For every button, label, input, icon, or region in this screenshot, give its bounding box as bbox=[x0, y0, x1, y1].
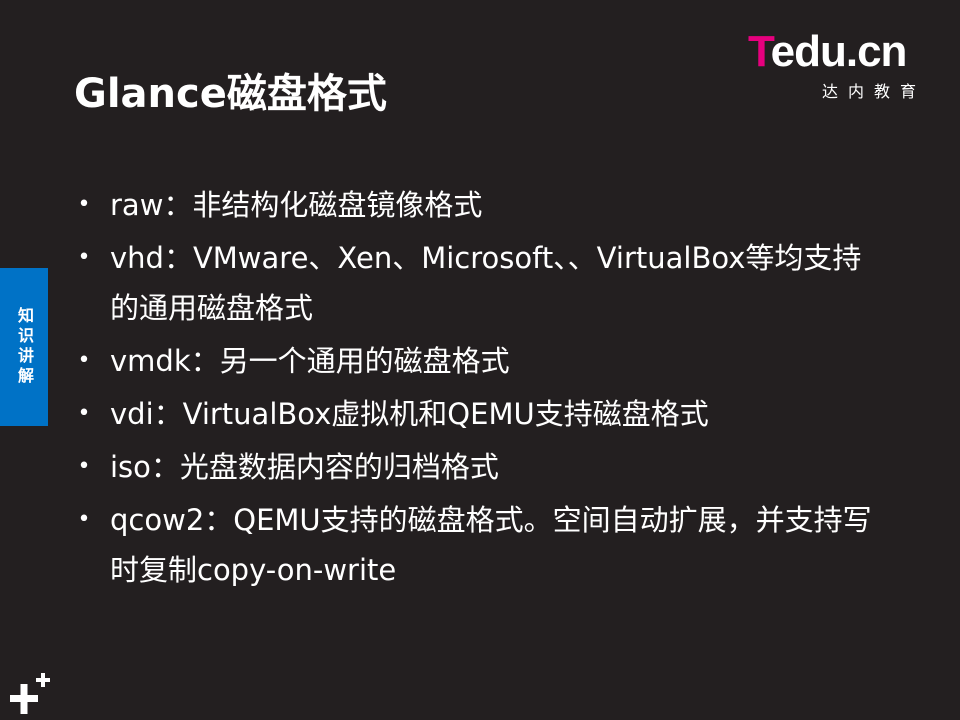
bullet-text: iso：光盘数据内容的归档格式 bbox=[110, 450, 499, 484]
logo-wordmark-rest: edu.cn bbox=[770, 27, 908, 76]
logo-wordmark: Tedu.cn bbox=[748, 27, 908, 76]
bullet-list: • raw：非结构化磁盘镜像格式 • vhd：VMware、Xen、Micros… bbox=[74, 180, 874, 598]
bullet-text: vdi：VirtualBox虚拟机和QEMU支持磁盘格式 bbox=[110, 397, 709, 431]
bullet-text: raw：非结构化磁盘镜像格式 bbox=[110, 188, 483, 222]
bullet-dot-icon: • bbox=[77, 245, 91, 270]
logo-wordmark-t: T bbox=[748, 27, 772, 76]
bullet-dot-icon: • bbox=[77, 401, 91, 426]
bullet-dot-icon: • bbox=[77, 507, 91, 532]
side-tab-label: 知识讲解 bbox=[15, 307, 34, 387]
bullet-item: • iso：光盘数据内容的归档格式 bbox=[74, 442, 874, 492]
slide: Glance磁盘格式 Tedu.cn 达内教育 知识讲解 • raw：非结构化磁… bbox=[0, 0, 960, 720]
logo-subtitle: 达内教育 bbox=[821, 82, 926, 101]
bullet-dot-icon: • bbox=[77, 192, 91, 217]
slide-title: Glance磁盘格式 bbox=[74, 71, 387, 117]
bullet-item: • vdi：VirtualBox虚拟机和QEMU支持磁盘格式 bbox=[74, 389, 874, 439]
tedu-logo: Tedu.cn 达内教育 bbox=[748, 27, 928, 102]
side-tab: 知识讲解 bbox=[0, 268, 48, 426]
bullet-dot-icon: • bbox=[77, 454, 91, 479]
bullet-dot-icon: • bbox=[77, 348, 91, 373]
bullet-text: qcow2：QEMU支持的磁盘格式。空间自动扩展，并支持写时复制copy-on-… bbox=[110, 503, 872, 587]
bullet-item: • vhd：VMware、Xen、Microsoft、、VirtualBox等均… bbox=[74, 233, 874, 333]
bullet-item: • raw：非结构化磁盘镜像格式 bbox=[74, 180, 874, 230]
bullet-text: vhd：VMware、Xen、Microsoft、、VirtualBox等均支持… bbox=[110, 241, 862, 325]
plus-icon bbox=[10, 673, 50, 714]
bullet-item: • qcow2：QEMU支持的磁盘格式。空间自动扩展，并支持写时复制copy-o… bbox=[74, 495, 874, 595]
bullet-item: • vmdk：另一个通用的磁盘格式 bbox=[74, 336, 874, 386]
bullet-text: vmdk：另一个通用的磁盘格式 bbox=[110, 344, 510, 378]
